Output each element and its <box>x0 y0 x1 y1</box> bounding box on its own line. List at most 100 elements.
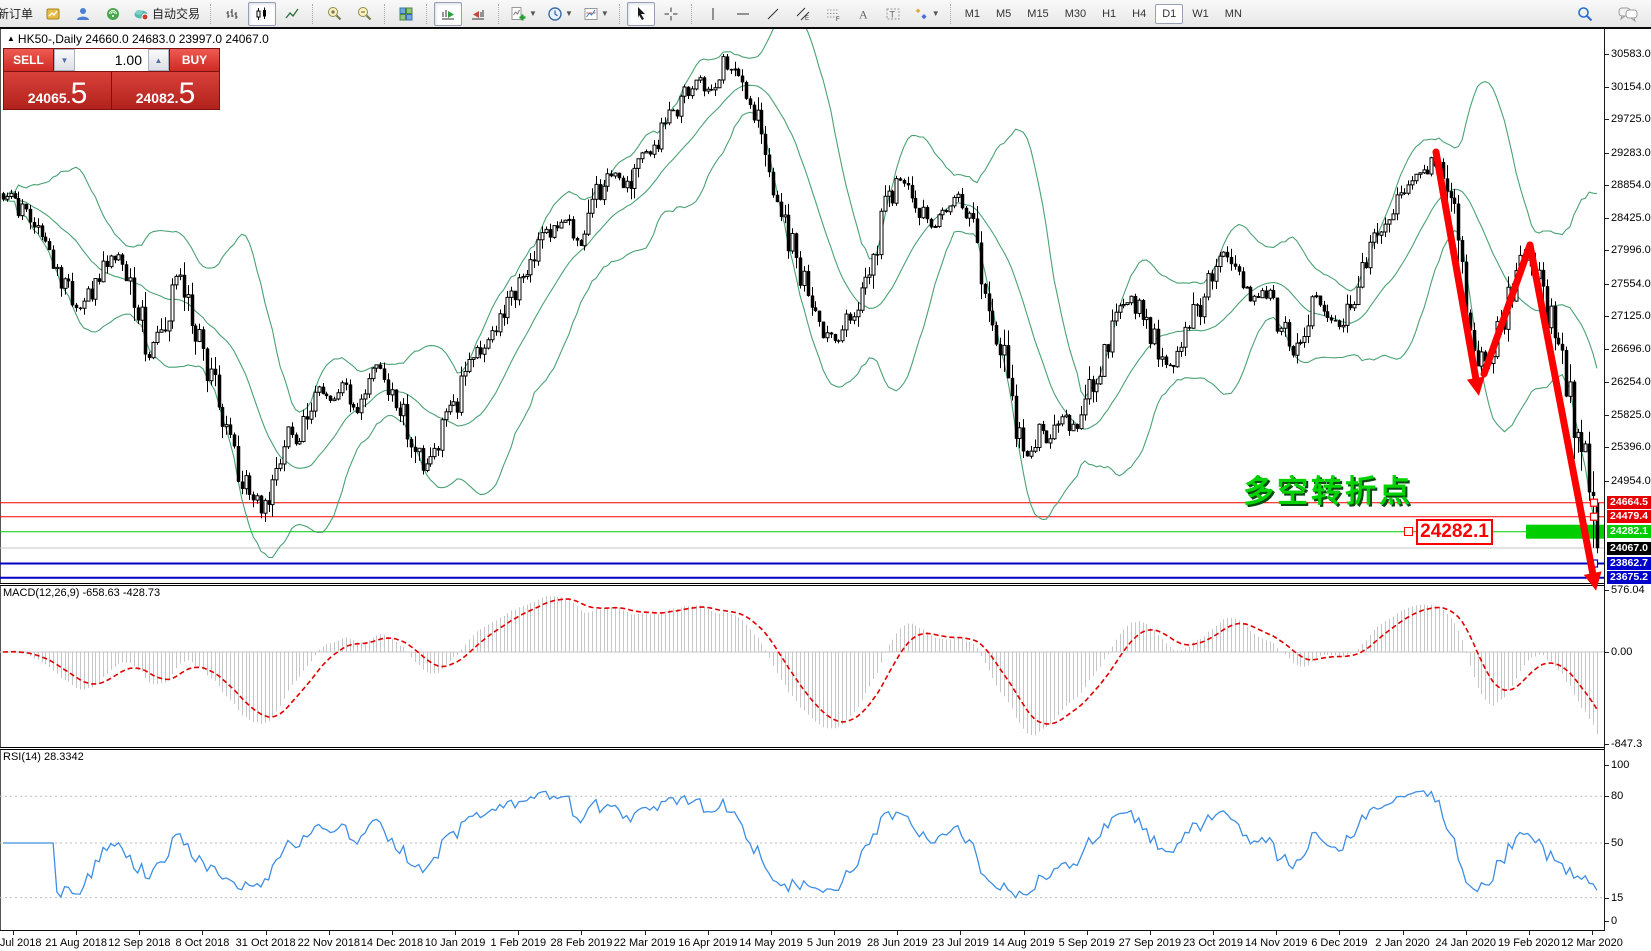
date-axis[interactable]: 30 Jul 201821 Aug 201812 Sep 20188 Oct 2… <box>0 930 1651 951</box>
date-axis-tickmark <box>1087 931 1088 935</box>
date-axis-tickmark <box>1024 931 1025 935</box>
date-axis-tickmark <box>1466 931 1467 935</box>
chart-title: ▲HK50-,Daily 24660.0 24683.0 23997.0 240… <box>7 32 269 46</box>
toolbar-separator <box>691 4 693 24</box>
autotrade-button[interactable]: 自动交易 <box>129 2 204 26</box>
line-chart-icon[interactable] <box>278 2 306 26</box>
date-label: 28 Feb 2019 <box>551 937 613 949</box>
rsi-scale-tick: 80 <box>1611 790 1623 802</box>
tab-timeframe-m1[interactable]: M1 <box>958 4 987 24</box>
date-axis-tickmark <box>202 931 203 935</box>
chat-icon[interactable] <box>1614 2 1642 26</box>
date-axis-tickmark <box>771 931 772 935</box>
rsi-scale-tickmark <box>1605 843 1609 844</box>
date-label: 8 Oct 2018 <box>176 937 230 949</box>
signals-icon[interactable] <box>99 2 127 26</box>
tab-timeframe-d1[interactable]: D1 <box>1155 4 1183 24</box>
price-axis-tickmark <box>1605 153 1609 154</box>
toolbar-separator <box>498 4 500 24</box>
date-label: 23 Oct 2019 <box>1183 937 1243 949</box>
bar-chart-icon[interactable] <box>218 2 246 26</box>
date-label: 27 Sep 2019 <box>1119 937 1181 949</box>
tab-timeframe-m15[interactable]: M15 <box>1020 4 1055 24</box>
toolbar-separator <box>210 4 212 24</box>
buy-button[interactable]: BUY <box>170 49 219 71</box>
svg-text:A: A <box>859 7 868 21</box>
price-axis[interactable]: 30583.030154.029725.029283.028854.028425… <box>1604 29 1651 931</box>
text-label-icon[interactable]: T <box>879 2 907 26</box>
tab-timeframe-h1[interactable]: H1 <box>1095 4 1123 24</box>
macd-pane-canvas[interactable] <box>0 586 1604 747</box>
tab-timeframe-m30[interactable]: M30 <box>1058 4 1093 24</box>
new-order-button[interactable]: 新订单 <box>0 2 37 26</box>
trendline-icon[interactable] <box>759 2 787 26</box>
tab-timeframe-mn[interactable]: MN <box>1218 4 1249 24</box>
price-axis-tick: 25396.0 <box>1611 441 1651 453</box>
chart-gold-icon[interactable] <box>39 2 67 26</box>
callout-anchor-handle[interactable] <box>1404 527 1413 536</box>
equidistant-channel-icon[interactable]: E <box>789 2 817 26</box>
turning-point-annotation[interactable]: 多空转折点 <box>1243 466 1413 511</box>
toolbar-separator <box>950 4 952 24</box>
price-axis-tick: 29725.0 <box>1611 113 1651 125</box>
fibonacci-icon[interactable]: F <box>819 2 847 26</box>
price-axis-tick: 26254.0 <box>1611 376 1651 388</box>
candlestick-chart-icon[interactable] <box>248 2 276 26</box>
sell-button[interactable]: SELL <box>4 49 53 71</box>
autotrade-label: 自动交易 <box>152 5 200 22</box>
date-label: 1 Feb 2019 <box>490 937 546 949</box>
templates-icon[interactable]: ▼ <box>579 2 613 26</box>
tab-timeframe-w1[interactable]: W1 <box>1185 4 1216 24</box>
volume-input[interactable]: 1.00 <box>75 49 148 71</box>
sell-price-button[interactable]: 24065.5 <box>4 72 111 109</box>
arrows-icon[interactable]: ▼ <box>909 2 944 26</box>
price-axis-tick: 27125.0 <box>1611 310 1651 322</box>
periods-icon[interactable]: ▼ <box>543 2 577 26</box>
date-label: 14 Aug 2019 <box>993 937 1055 949</box>
crosshair-icon[interactable] <box>657 2 685 26</box>
chart-shift-icon[interactable] <box>464 2 492 26</box>
zoom-in-icon[interactable] <box>320 2 348 26</box>
chevron-down-icon: ▼ <box>529 9 537 18</box>
price-level-label: 24664.5 <box>1607 496 1651 509</box>
buy-price-int: 24082 <box>136 90 175 106</box>
date-axis-tickmark <box>139 931 140 935</box>
indicators-icon[interactable]: ▼ <box>506 2 541 26</box>
date-axis-tickmark <box>1403 931 1404 935</box>
tile-windows-icon[interactable] <box>392 2 420 26</box>
rsi-pane-canvas[interactable] <box>0 750 1604 930</box>
price-axis-tickmark <box>1605 316 1609 317</box>
price-axis-tickmark <box>1605 415 1609 416</box>
price-axis-tick: 28854.0 <box>1611 179 1651 191</box>
auto-scroll-icon[interactable] <box>434 2 462 26</box>
date-label: 2 Jan 2020 <box>1375 937 1429 949</box>
date-axis-tickmark <box>708 931 709 935</box>
date-label: 21 Aug 2018 <box>45 937 107 949</box>
date-axis-tickmark <box>76 931 77 935</box>
date-axis-tickmark <box>581 931 582 935</box>
volume-down-button[interactable]: ▼ <box>54 49 75 71</box>
search-icon[interactable] <box>1571 2 1599 26</box>
toolbar-separator <box>619 4 621 24</box>
text-icon[interactable]: A <box>849 2 877 26</box>
price-axis-tick: 25825.0 <box>1611 409 1651 421</box>
date-axis-tickmark <box>1276 931 1277 935</box>
volume-up-button[interactable]: ▲ <box>148 49 169 71</box>
price-axis-tick: 29283.0 <box>1611 147 1651 159</box>
tab-timeframe-m5[interactable]: M5 <box>989 4 1018 24</box>
price-axis-tickmark <box>1605 218 1609 219</box>
vertical-line-icon[interactable] <box>699 2 727 26</box>
date-label: 28 Jun 2019 <box>867 937 928 949</box>
zoom-out-icon[interactable] <box>350 2 378 26</box>
horizontal-line-icon[interactable] <box>729 2 757 26</box>
price-level-label: 23862.7 <box>1607 557 1651 570</box>
price-axis-tickmark <box>1605 250 1609 251</box>
buy-price-button[interactable]: 24082.5 <box>112 72 219 109</box>
cursor-icon[interactable] <box>627 2 655 26</box>
rsi-scale-tickmark <box>1605 898 1609 899</box>
chevron-down-icon: ▼ <box>565 9 573 18</box>
community-icon[interactable] <box>69 2 97 26</box>
tab-timeframe-h4[interactable]: H4 <box>1125 4 1153 24</box>
price-level-label: 23675.2 <box>1607 571 1651 584</box>
price-callout-label[interactable]: 24282.1 <box>1416 519 1493 545</box>
